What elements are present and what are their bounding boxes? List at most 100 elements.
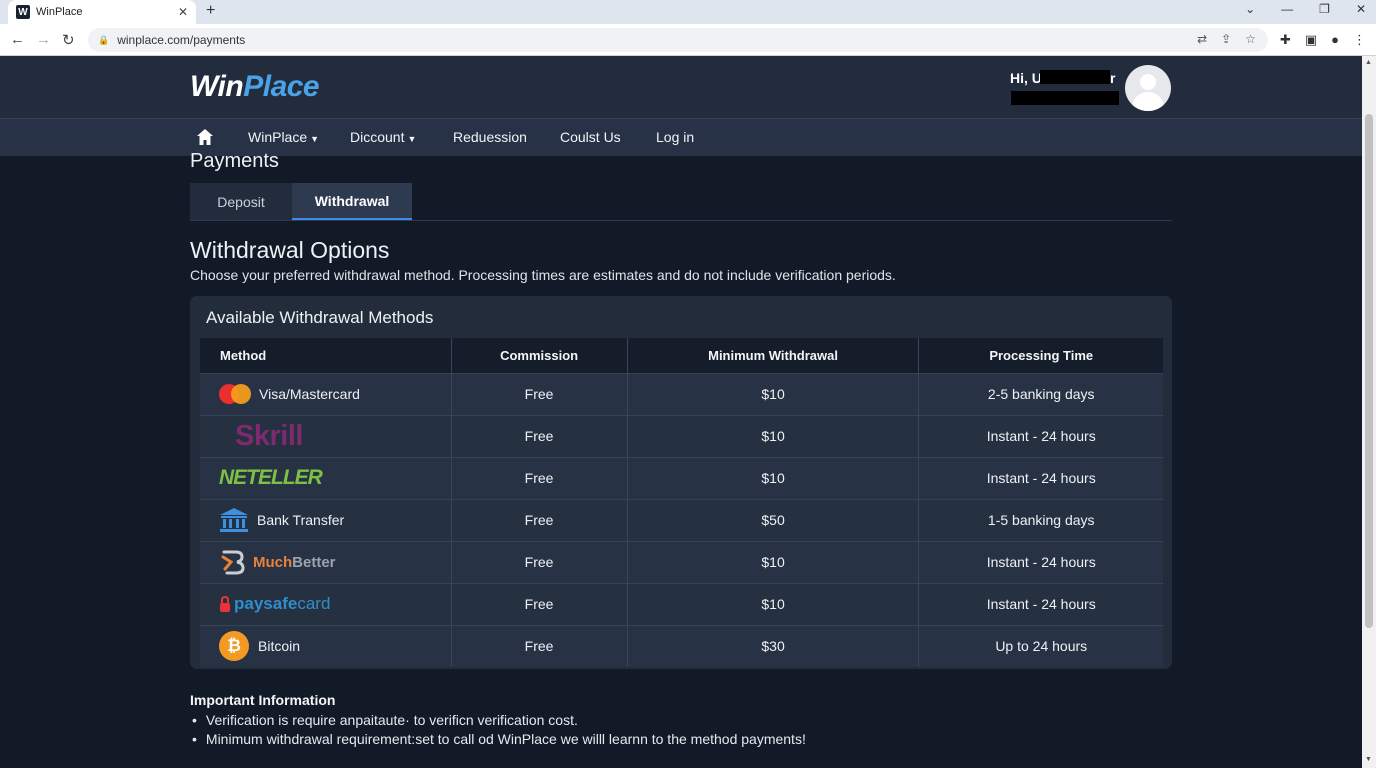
scroll-thumb[interactable]	[1365, 114, 1373, 628]
browser-toolbar: ← → ↻ 🔒 winplace.com/payments ⇄ ⇪ ☆ ✚ ▣ …	[0, 24, 1376, 56]
processing-time-cell: Up to 24 hours	[918, 624, 1163, 667]
table-row[interactable]: paysafecard Free $10 Instant - 24 hours	[200, 582, 1163, 625]
redacted-username	[1040, 70, 1110, 84]
address-bar[interactable]: 🔒 winplace.com/payments ⇄ ⇪ ☆	[88, 28, 1268, 52]
restore-icon[interactable]: ❐	[1319, 2, 1330, 16]
close-window-icon[interactable]: ✕	[1356, 2, 1366, 16]
commission-cell: Free	[450, 582, 628, 625]
nav-item-login[interactable]: Log in	[656, 129, 694, 145]
reload-icon[interactable]: ↻	[62, 31, 75, 49]
important-info-title: Important Information	[190, 692, 336, 708]
minimum-cell: $30	[626, 624, 919, 667]
processing-time-cell: Instant - 24 hours	[918, 540, 1163, 583]
withdrawal-methods-card: Available Withdrawal Methods Method Comm…	[190, 296, 1172, 669]
table-row[interactable]: Skrill Free $10 Instant - 24 hours	[200, 414, 1163, 457]
method-cell: MuchBetter	[200, 540, 451, 583]
processing-time-cell: 2-5 banking days	[918, 372, 1163, 415]
translate-icon[interactable]: ⇄	[1197, 32, 1207, 46]
nav-item-contact[interactable]: Coulst Us	[560, 129, 621, 145]
method-cell: Bank Transfer	[200, 498, 451, 541]
column-header-time: Processing Time	[918, 338, 1163, 373]
tab-search-icon[interactable]: ⌄	[1245, 2, 1255, 16]
sidepanel-icon[interactable]: ▣	[1305, 32, 1317, 48]
browser-menu-icon[interactable]: ⋮	[1353, 32, 1366, 48]
url-text: winplace.com/payments	[117, 33, 246, 47]
paysafecard-lock-icon	[220, 595, 230, 612]
minimum-cell: $50	[626, 498, 919, 541]
method-cell: ₿ Bitcoin	[200, 624, 451, 667]
extension-icons: ✚ ▣ ● ⋮	[1280, 32, 1366, 48]
chevron-down-icon: ▼	[310, 134, 320, 144]
method-name: Bitcoin	[258, 638, 301, 655]
minimum-cell: $10	[626, 456, 919, 499]
scroll-up-icon[interactable]: ▲	[1365, 59, 1372, 66]
back-icon[interactable]: ←	[10, 31, 25, 48]
commission-cell: Free	[450, 624, 628, 667]
processing-time-cell: Instant - 24 hours	[918, 414, 1163, 457]
nav-item-reduession[interactable]: Reduession	[453, 129, 527, 145]
neteller-logo: NETELLER	[219, 466, 323, 489]
list-item: • Minimum withdrawal requirement:set to c…	[192, 730, 806, 747]
table-row[interactable]: ₿ Bitcoin Free $30 Up to 24 hours	[200, 624, 1163, 667]
bookmark-star-icon[interactable]: ☆	[1245, 32, 1256, 46]
table-row[interactable]: MuchBetter Free $10 Instant - 24 hours	[200, 540, 1163, 583]
withdrawal-methods-table: Method Commission Minimum Withdrawal Pro…	[200, 338, 1163, 667]
bitcoin-icon: ₿	[219, 631, 249, 662]
omnibox-icons: ⇄ ⇪ ☆	[1197, 32, 1256, 46]
tab-withdrawal[interactable]: Withdrawal	[292, 183, 412, 220]
list-item: • Verification is require anpaitaute· to …	[192, 711, 578, 728]
commission-cell: Free	[450, 456, 628, 499]
lock-icon[interactable]: 🔒	[98, 35, 109, 46]
minimum-cell: $10	[626, 414, 919, 457]
card-title: Available Withdrawal Methods	[206, 308, 434, 327]
browser-tab[interactable]: W WinPlace ✕	[8, 0, 196, 24]
avatar-body	[1132, 92, 1164, 111]
avatar[interactable]	[1125, 65, 1171, 111]
profile-icon[interactable]: ●	[1331, 32, 1339, 48]
commission-cell: Free	[450, 540, 628, 583]
mastercard-icon	[219, 384, 251, 404]
minimum-cell: $10	[626, 540, 919, 583]
browser-tabstrip: W WinPlace ✕ + ⌄ — ❐ ✕	[0, 0, 1376, 24]
redacted-user-info	[1011, 91, 1119, 105]
extensions-icon[interactable]: ✚	[1280, 32, 1291, 48]
table-row[interactable]: NETELLER Free $10 Instant - 24 hours	[200, 456, 1163, 499]
bank-icon	[220, 508, 248, 532]
processing-time-cell: 1-5 banking days	[918, 498, 1163, 541]
method-cell: Skrill	[200, 414, 451, 457]
site-logo[interactable]: WinPlace	[190, 70, 320, 104]
browser-tab-title: WinPlace	[36, 6, 83, 18]
muchbetter-icon	[221, 550, 245, 575]
minimize-icon[interactable]: —	[1281, 2, 1293, 16]
commission-cell: Free	[450, 414, 628, 457]
table-row[interactable]: Visa/Mastercard Free $10 2-5 banking day…	[200, 372, 1163, 415]
nav-item-diccount[interactable]: Diccount ▼	[350, 129, 416, 145]
processing-time-cell: Instant - 24 hours	[918, 582, 1163, 625]
forward-icon[interactable]: →	[36, 31, 51, 48]
nav-item-winplace[interactable]: WinPlace ▼	[248, 129, 319, 145]
share-icon[interactable]: ⇪	[1221, 32, 1231, 46]
column-header-commission: Commission	[450, 338, 628, 373]
minimum-cell: $10	[626, 582, 919, 625]
method-cell: Visa/Mastercard	[200, 372, 451, 415]
method-cell: NETELLER	[200, 456, 451, 499]
method-cell: paysafecard	[200, 582, 451, 625]
method-name: Visa/Mastercard	[259, 386, 360, 402]
section-title: Withdrawal Options	[190, 237, 390, 263]
close-tab-icon[interactable]: ✕	[178, 5, 188, 19]
favicon-icon: W	[16, 5, 30, 19]
page-title: Payments	[190, 150, 279, 172]
user-greeting-end: r	[1110, 70, 1116, 86]
new-tab-icon[interactable]: +	[206, 2, 215, 20]
minimum-cell: $10	[626, 372, 919, 415]
scroll-down-icon[interactable]: ▼	[1365, 756, 1372, 763]
home-icon[interactable]	[196, 128, 214, 146]
page-scrollbar[interactable]: ▲ ▼	[1362, 56, 1376, 768]
avatar-head	[1140, 74, 1156, 90]
commission-cell: Free	[450, 498, 628, 541]
table-header-row: Method Commission Minimum Withdrawal Pro…	[200, 338, 1163, 373]
payment-tabs: Deposit Withdrawal	[190, 183, 1172, 221]
table-row[interactable]: Bank Transfer Free $50 1-5 banking days	[200, 498, 1163, 541]
tab-deposit[interactable]: Deposit	[190, 183, 292, 220]
skrill-logo: Skrill	[235, 419, 303, 452]
